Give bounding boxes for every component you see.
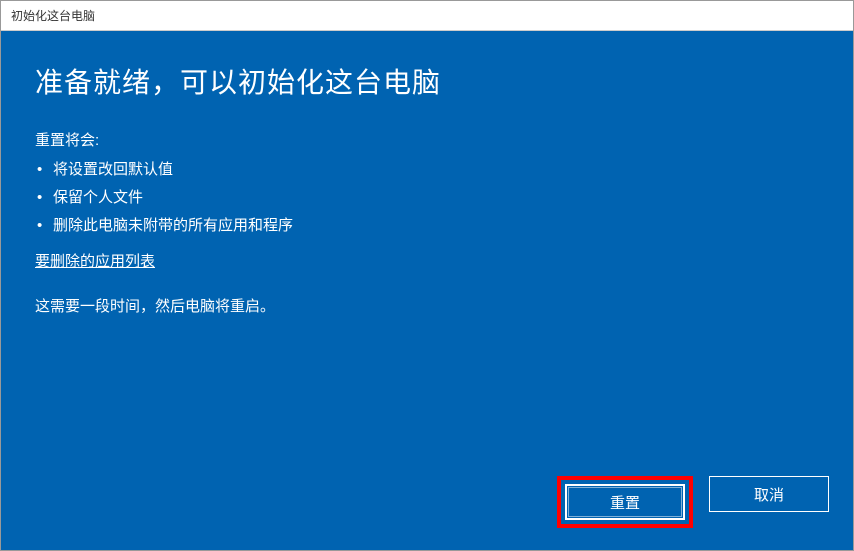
titlebar: 初始化这台电脑 xyxy=(1,1,853,31)
bullet-item: 保留个人文件 xyxy=(35,184,819,212)
reset-subheading: 重置将会: xyxy=(35,129,819,150)
dialog-content: 准备就绪，可以初始化这台电脑 重置将会: 将设置改回默认值 保留个人文件 删除此… xyxy=(1,31,853,550)
window-title: 初始化这台电脑 xyxy=(11,7,95,24)
bullet-item: 将设置改回默认值 xyxy=(35,156,819,184)
bullet-item: 删除此电脑未附带的所有应用和程序 xyxy=(35,212,819,240)
cancel-button[interactable]: 取消 xyxy=(709,476,829,512)
dialog-buttons: 重置 取消 xyxy=(557,476,829,528)
reset-bullet-list: 将设置改回默认值 保留个人文件 删除此电脑未附带的所有应用和程序 xyxy=(35,156,819,240)
apps-to-remove-link[interactable]: 要删除的应用列表 xyxy=(35,250,819,271)
reset-button-highlight: 重置 xyxy=(557,476,693,528)
reset-button[interactable]: 重置 xyxy=(565,484,685,520)
reset-pc-dialog: 初始化这台电脑 准备就绪，可以初始化这台电脑 重置将会: 将设置改回默认值 保留… xyxy=(0,0,854,551)
restart-note: 这需要一段时间，然后电脑将重启。 xyxy=(35,295,819,316)
page-heading: 准备就绪，可以初始化这台电脑 xyxy=(35,61,819,101)
